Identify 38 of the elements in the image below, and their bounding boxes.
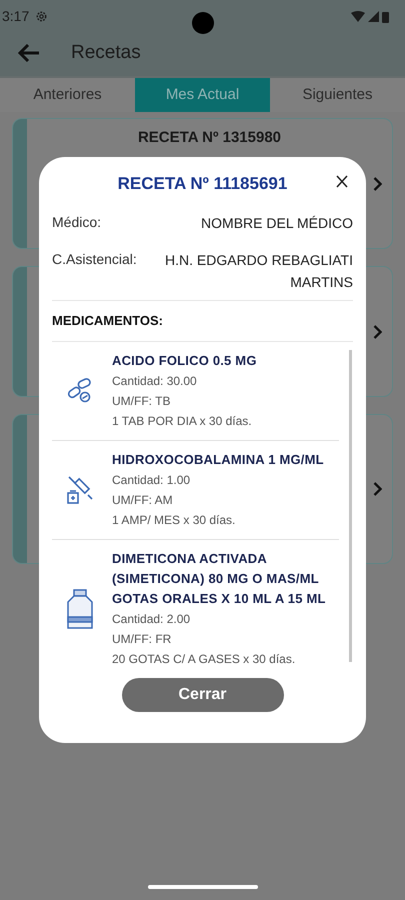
syringe-icon — [66, 474, 94, 504]
chevron-right-icon — [373, 176, 382, 191]
field-value: NOMBRE DEL MÉDICO — [200, 214, 353, 233]
status-time: 3:17 — [2, 7, 30, 26]
medication-unit: UM/FF: FR — [112, 630, 172, 648]
medication-dosage: 1 TAB POR DIA x 30 días. — [112, 412, 253, 430]
medication-quantity: Cantidad: 2.00 — [112, 610, 192, 628]
medication-unit: UM/FF: TB — [112, 392, 172, 410]
field-value: H.N. EDGARDO REBAGLIATI MARTINS — [164, 251, 353, 292]
battery-icon — [382, 10, 389, 22]
medication-name: ACIDO FOLICO 0.5 MG — [112, 352, 257, 370]
bottle-icon — [66, 588, 94, 628]
wifi-icon — [351, 11, 365, 22]
close-icon[interactable] — [336, 175, 348, 188]
medication-unit: UM/FF: AM — [112, 492, 174, 508]
back-arrow-icon[interactable] — [18, 44, 40, 62]
card-title: RECETA Nº 1315980 — [138, 128, 282, 148]
field-label: Médico: — [52, 213, 102, 232]
section-title: MEDICAMENTOS: — [51, 312, 164, 330]
dialog-title: RECETA Nº 11185691 — [118, 172, 288, 195]
medication-quantity: Cantidad: 1.00 — [112, 472, 192, 488]
field-label: C.Asistencial: — [52, 250, 137, 269]
medication-dosage: 20 GOTAS C/ A GASES x 30 días. — [112, 650, 296, 668]
pills-icon — [67, 378, 93, 404]
camera-cutout — [192, 12, 214, 34]
screen-title: Recetas — [71, 40, 141, 65]
close-button[interactable]: Cerrar — [122, 678, 284, 712]
chevron-right-icon — [373, 482, 382, 496]
medication-name: DIMETICONA ACTIVADA (SIMETICONA) 80 MG O MAS/ML GOTAS ORALES X 10 ML A 15 ML — [112, 550, 327, 608]
tab[interactable]: Anteriores — [0, 78, 135, 112]
tab[interactable]: Siguientes — [270, 78, 405, 112]
gear-icon — [35, 10, 48, 23]
tab[interactable]: Mes Actual — [135, 78, 270, 112]
chevron-right-icon — [373, 324, 382, 339]
medication-dosage: 1 AMP/ MES x 30 días. — [112, 512, 236, 528]
signal-icon — [368, 11, 379, 22]
medication-quantity: Cantidad: 30.00 — [112, 372, 198, 390]
medication-name: HIDROXOCOBALAMINA 1 MG/ML — [112, 450, 324, 468]
